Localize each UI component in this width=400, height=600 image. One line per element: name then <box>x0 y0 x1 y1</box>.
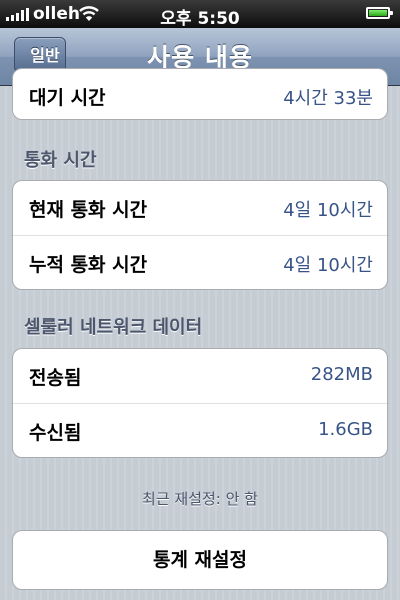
row-value: 4일 10시간 <box>283 200 373 221</box>
list-item-lifetime-call-time: 누적 통화 시간 4일 10시간 <box>13 236 387 289</box>
section-header-cellular-data: 셀룰러 네트워크 데이터 <box>24 317 203 338</box>
list-item-standby-time: 대기 시간 4시간 33분 <box>13 69 387 119</box>
row-value: 4일 10시간 <box>283 255 373 276</box>
row-value: 1.6GB <box>318 419 373 440</box>
section-header-call-time: 통화 시간 <box>24 150 97 171</box>
list-item-sent: 전송됨 282MB <box>13 349 387 404</box>
row-label: 전송됨 <box>29 367 82 389</box>
last-reset-text: 최근 재설정: 안 함 <box>142 490 258 508</box>
row-label: 현재 통화 시간 <box>29 199 148 221</box>
cellular-data-group: 전송됨 282MB 수신됨 1.6GB <box>12 348 388 458</box>
standby-group: 대기 시간 4시간 33분 <box>12 68 388 120</box>
list-item-received: 수신됨 1.6GB <box>13 404 387 457</box>
list-item-current-call-time: 현재 통화 시간 4일 10시간 <box>13 181 387 236</box>
row-label: 대기 시간 <box>29 87 106 109</box>
row-value: 282MB <box>310 364 373 385</box>
call-time-group: 현재 통화 시간 4일 10시간 누적 통화 시간 4일 10시간 <box>12 180 388 290</box>
clock: 오후 5:50 <box>160 9 240 29</box>
row-label: 누적 통화 시간 <box>29 254 148 276</box>
status-bar: olleh 오후 5:50 <box>0 0 400 29</box>
battery-icon <box>366 7 393 19</box>
reset-statistics-button[interactable]: 통계 재설정 <box>12 530 388 590</box>
row-value: 4시간 33분 <box>283 88 373 109</box>
row-label: 수신됨 <box>29 422 82 444</box>
back-button-label: 일반 <box>30 46 60 65</box>
